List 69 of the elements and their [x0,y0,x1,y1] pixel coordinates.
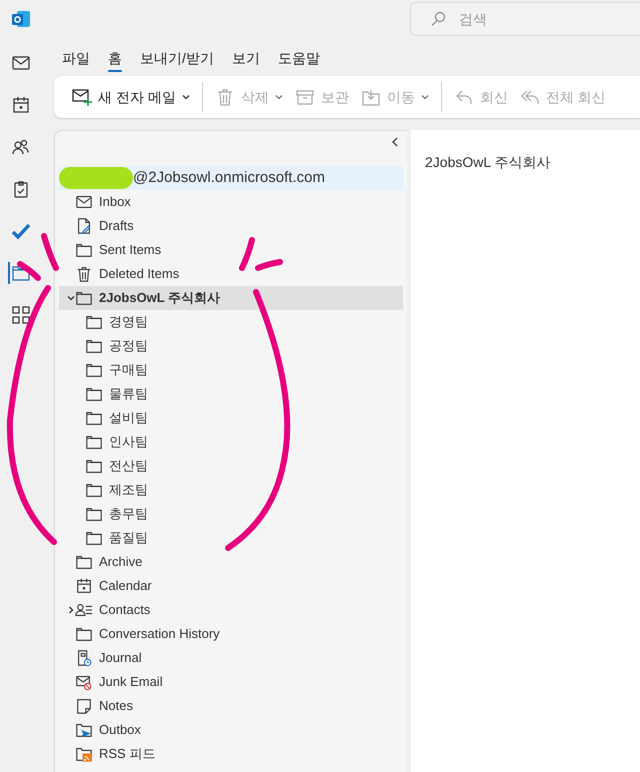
folder-icon [85,457,103,475]
folder-item[interactable]: 총무팀 [59,502,403,526]
folder-item[interactable]: Contacts [59,598,403,622]
folder-item[interactable]: Conversation History [59,622,403,646]
blocked-envelope-icon [75,673,93,691]
folder-icon [85,433,103,451]
search-field[interactable]: 검색 [410,2,640,36]
ribbon-tab[interactable]: 도움말 [272,44,326,72]
folder-icon [85,409,103,427]
folder-item[interactable]: 제조팀 [59,478,403,502]
people-icon [11,137,31,157]
folder-item[interactable]: Journal [59,646,403,670]
draft-document-icon [75,217,93,235]
folder-item[interactable]: 품질팀 [59,526,403,550]
account-email: @2Jobsowl.onmicrosoft.com [133,168,325,188]
folder-item[interactable]: 물류팀 [59,382,403,406]
app-logo-icon [11,9,31,29]
calendar-icon [75,577,93,595]
folder-item[interactable]: Archive [59,550,403,574]
ribbon-tab[interactable]: 보기 [226,44,266,72]
folder-item[interactable]: Outbox [59,718,403,742]
folder-icon [75,289,93,307]
chevron-icon[interactable] [67,606,75,614]
folder-item[interactable]: Drafts [59,214,403,238]
chevron-icon[interactable] [67,294,75,302]
folder-icon [75,553,93,571]
folder-icon [85,361,103,379]
new-mail-icon [72,87,92,107]
folder-icon [85,313,103,331]
folder-icon [85,385,103,403]
folder-item[interactable]: 경영팀 [59,310,403,334]
folder-item[interactable]: 구매팀 [59,358,403,382]
contact-list-icon [75,601,93,619]
note-icon [75,697,93,715]
folder-title: 2JobsOwL 주식회사 [425,153,552,172]
checkmark-icon [11,221,31,241]
account-row[interactable]: @2Jobsowl.onmicrosoft.com [59,166,403,190]
outbox-folder-icon [75,721,93,739]
folder-icon [85,337,103,355]
ribbon-tab[interactable]: 파일 [56,44,96,72]
folder-icon [75,241,93,259]
envelope-icon [75,193,93,211]
move-to-folder-icon [360,87,381,107]
rss-folder-icon [75,745,93,763]
journal-clock-icon [75,649,93,667]
folder-item[interactable]: Inbox [59,190,403,214]
collapse-chevron-icon[interactable] [391,137,399,147]
trash-icon [75,265,93,283]
folder-item[interactable]: RSS 피드 [59,742,403,766]
apps-grid-icon [11,305,31,325]
folder-item[interactable]: 공정팀 [59,334,403,358]
folder-icon [85,505,103,523]
folder-item[interactable]: 전산팀 [59,454,403,478]
folder-icon [85,529,103,547]
folder-item[interactable]: Junk Email [59,670,403,694]
folder-item[interactable]: 설비팀 [59,406,403,430]
calendar-icon [11,95,31,115]
toolbar-button[interactable]: 새 전자 메일 [68,81,194,113]
folder-item[interactable]: Notes [59,694,403,718]
folder-item[interactable]: Calendar [59,574,403,598]
folder-item[interactable]: 2JobsOwL 주식회사 [59,286,403,310]
folder-icon [75,625,93,643]
ribbon-tab[interactable]: 보내기/받기 [134,44,220,72]
folder-item[interactable]: Deleted Items [59,262,403,286]
ribbon-tab[interactable]: 홈 [102,44,128,72]
search-icon [430,11,446,27]
folder-item[interactable]: 인사팀 [59,430,403,454]
folder-icon [85,481,103,499]
folder-item[interactable]: Sent Items [59,238,403,262]
